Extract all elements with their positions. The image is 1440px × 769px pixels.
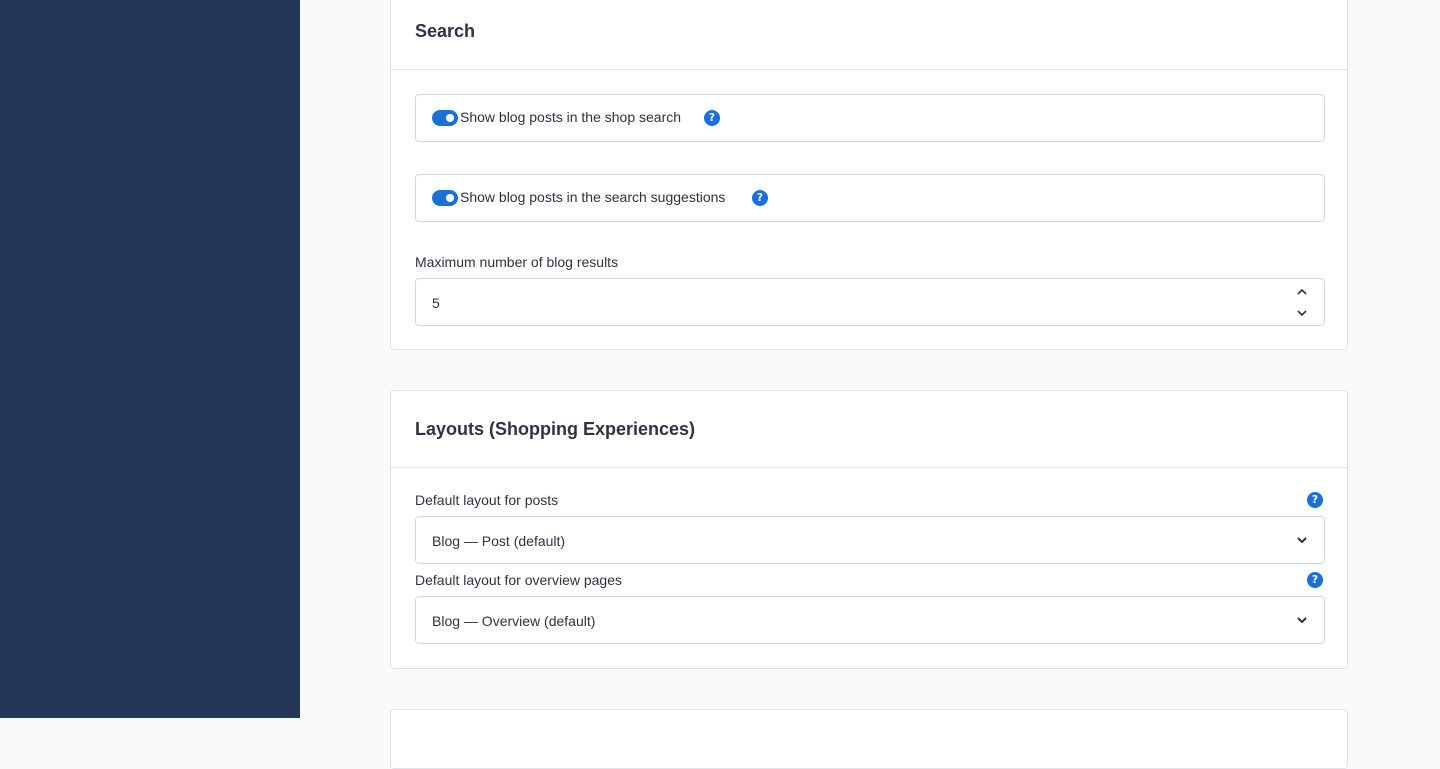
decrement-chevron-down-icon[interactable]	[1296, 307, 1308, 319]
next-settings-card	[390, 709, 1348, 769]
shop-search-switch-field: Show blog posts in the shop search ?	[415, 94, 1325, 142]
overview-layout-label: Default layout for overview pages	[415, 572, 622, 588]
chevron-down-icon	[1297, 537, 1307, 544]
card-header: Layouts (Shopping Experiences)	[391, 391, 1347, 468]
help-icon[interactable]: ?	[704, 110, 720, 126]
help-icon[interactable]: ?	[752, 190, 768, 206]
post-layout-label: Default layout for posts	[415, 492, 559, 508]
sidebar	[0, 0, 300, 718]
layouts-settings-card: Layouts (Shopping Experiences) Default l…	[390, 390, 1348, 669]
search-suggestions-toggle[interactable]	[432, 190, 458, 206]
search-settings-card: Search Show blog posts in the shop searc…	[390, 0, 1348, 350]
shop-search-toggle-label[interactable]: Show blog posts in the shop search	[460, 109, 681, 125]
max-results-label: Maximum number of blog results	[415, 254, 619, 270]
max-results-input[interactable]: 5	[415, 278, 1325, 326]
chevron-down-icon	[1297, 617, 1307, 624]
max-results-value: 5	[432, 295, 440, 311]
shop-search-toggle[interactable]	[432, 110, 458, 126]
main-content: Search Show blog posts in the shop searc…	[300, 0, 1440, 769]
overview-layout-select[interactable]: Blog — Overview (default)	[415, 596, 1325, 644]
search-suggestions-toggle-label[interactable]: Show blog posts in the search suggestion…	[460, 189, 725, 205]
card-header: Search	[391, 0, 1347, 70]
post-layout-value: Blog — Post (default)	[432, 533, 566, 549]
help-icon[interactable]: ?	[1307, 572, 1323, 588]
overview-layout-value: Blog — Overview (default)	[432, 613, 596, 629]
layouts-card-title: Layouts (Shopping Experiences)	[415, 419, 696, 439]
search-suggestions-switch-field: Show blog posts in the search suggestion…	[415, 174, 1325, 222]
increment-chevron-up-icon[interactable]	[1296, 286, 1308, 298]
help-icon[interactable]: ?	[1307, 492, 1323, 508]
post-layout-select[interactable]: Blog — Post (default)	[415, 516, 1325, 564]
search-card-title: Search	[415, 21, 476, 41]
